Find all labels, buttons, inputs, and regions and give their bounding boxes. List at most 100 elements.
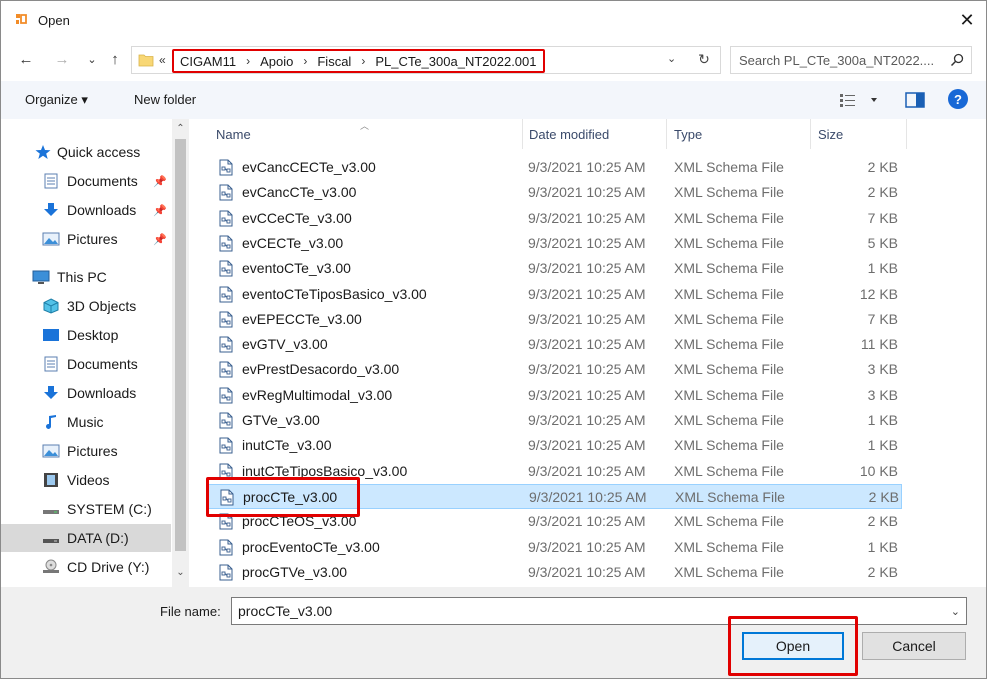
column-header-type[interactable]: Type [674,119,702,149]
nav-pane-scrollbar[interactable]: ⌃ ⌄ [172,119,189,587]
breadcrumb-separator-icon[interactable]: › [303,54,307,68]
file-size-cell: 1 KB [867,538,898,555]
xml-schema-file-icon [218,260,234,277]
new-folder-button[interactable]: New folder [134,92,196,107]
nav-item-data-drive[interactable]: DATA (D:) [1,524,171,552]
address-bar[interactable]: « CIGAM11 › Apoio › Fiscal › PL_CTe_300a… [131,46,721,74]
breadcrumb-separator-icon[interactable]: › [361,54,365,68]
column-header-size[interactable]: Size [818,119,843,149]
search-box [730,46,972,74]
nav-label: Videos [67,472,110,488]
file-row[interactable]: evCancCTe_v3.00 9/3/2021 10:25 AM XML Sche… [208,180,902,205]
column-divider[interactable] [522,119,523,149]
nav-item-downloads[interactable]: Downloads [1,379,171,407]
pin-icon[interactable]: 📌 [153,233,167,246]
column-divider[interactable] [810,119,811,149]
back-button[interactable]: ← [15,48,37,70]
up-button[interactable]: ↑ [104,48,126,70]
nav-item-pictures-pinned[interactable]: Pictures 📌 [1,225,171,253]
nav-label: Downloads [67,385,137,401]
date-modified-cell: 9/3/2021 10:25 AM [528,209,646,226]
column-header-date[interactable]: Date modified [529,119,609,149]
xml-schema-file-icon [218,286,234,303]
nav-item-this-pc[interactable]: This PC [1,263,171,291]
file-name-cell: evEPECCTe_v3.00 [242,310,362,327]
documents-icon [44,356,58,372]
date-modified-cell: 9/3/2021 10:25 AM [528,361,646,378]
column-divider[interactable] [666,119,667,149]
xml-schema-file-icon [218,539,234,556]
pin-icon[interactable]: 📌 [153,204,167,217]
file-name-cell: eventoCTe_v3.00 [242,260,351,277]
file-row[interactable]: procGTVe_v3.00 9/3/2021 10:25 AM XML Schem… [208,560,902,585]
scroll-up-icon[interactable]: ⌃ [172,123,189,134]
change-view-icon[interactable] [839,91,883,109]
file-type-cell: XML Schema File [675,488,785,505]
forward-button[interactable]: → [51,48,73,70]
column-header-name[interactable]: Name [216,119,251,149]
preview-pane-icon[interactable] [905,91,925,109]
file-row[interactable]: eventoCTe_v3.00 9/3/2021 10:25 AM XML Sche… [208,256,902,281]
nav-item-downloads-pinned[interactable]: Downloads 📌 [1,196,171,224]
file-row[interactable]: evEPECCTe_v3.00 9/3/2021 10:25 AM XML Sche… [208,307,902,332]
xml-schema-file-icon [218,387,234,404]
file-row[interactable]: GTVe_v3.00 9/3/2021 10:25 AM XML Schema Fi… [208,408,902,433]
nav-label: Quick access [57,144,141,160]
chevron-down-icon[interactable]: ⌄ [951,605,960,618]
file-size-cell: 5 KB [867,234,898,251]
file-name-cell: evRegMultimodal_v3.00 [242,386,393,403]
nav-item-desktop[interactable]: Desktop [1,321,171,349]
nav-item-pictures[interactable]: Pictures [1,437,171,465]
date-modified-cell: 9/3/2021 10:25 AM [528,184,646,201]
nav-item-videos[interactable]: Videos [1,466,171,494]
search-input[interactable] [739,51,939,69]
file-type-cell: XML Schema File [674,437,784,454]
cancel-button[interactable]: Cancel [862,632,966,660]
breadcrumb-separator-icon[interactable]: › [246,54,250,68]
help-icon[interactable]: ? [948,89,968,109]
file-row[interactable]: evGTV_v3.00 9/3/2021 10:25 AM XML Schema F… [208,332,902,357]
file-type-cell: XML Schema File [674,184,784,201]
nav-item-3d-objects[interactable]: 3D Objects [1,292,171,320]
column-divider[interactable] [906,119,907,149]
file-row[interactable]: procEventoCTe_v3.00 9/3/2021 10:25 AM XML … [208,535,902,560]
organize-menu[interactable]: Organize ▾ [25,92,88,108]
downloads-icon [44,203,58,216]
file-type-cell: XML Schema File [674,159,784,175]
file-name-cell: evGTV_v3.00 [242,336,328,353]
breadcrumb-item[interactable]: PL_CTe_300a_NT2022.001 [375,54,536,69]
file-row[interactable]: inutCTe_v3.00 9/3/2021 10:25 AM XML Schema… [208,433,902,458]
refresh-icon[interactable]: ↻ [695,50,713,68]
nav-label: DATA (D:) [67,530,129,546]
file-row[interactable]: evCECTe_v3.00 9/3/2021 10:25 AM XML Schema… [208,231,902,256]
nav-label: Pictures [67,231,118,247]
search-icon[interactable] [950,53,964,67]
drive-icon [43,539,59,543]
file-row[interactable]: evPrestDesacordo_v3.00 9/3/2021 10:25 AM X… [208,357,902,382]
file-name-cell: evCCeCTe_v3.00 [242,209,352,226]
file-row[interactable]: eventoCTeTiposBasico_v3.00 9/3/2021 10:25… [208,282,902,307]
recent-locations-button[interactable]: ⌄ [81,48,103,70]
nav-item-system-drive[interactable]: SYSTEM (C:) [1,495,171,523]
breadcrumb-item[interactable]: Apoio [260,54,293,69]
nav-item-cd-drive[interactable]: CD Drive (Y:) [1,553,171,581]
nav-item-music[interactable]: Music [1,408,171,436]
file-name-cell: procGTVe_v3.00 [242,563,348,580]
nav-item-documents-pinned[interactable]: Documents 📌 [1,167,171,195]
scroll-down-icon[interactable]: ⌄ [172,567,189,578]
breadcrumb-item[interactable]: Fiscal [317,54,351,69]
open-button[interactable]: Open [742,632,844,660]
breadcrumb-overflow[interactable]: « [159,53,166,67]
pin-icon[interactable]: 📌 [153,175,167,188]
nav-item-documents[interactable]: Documents [1,350,171,378]
sort-ascending-icon: ︿ [360,121,370,131]
address-dropdown-icon[interactable]: ⌄ [667,52,676,65]
nav-item-quick-access[interactable]: Quick access [1,138,171,166]
scrollbar-thumb[interactable] [175,139,186,551]
file-row[interactable]: evCancCECTe_v3.00 9/3/2021 10:25 AM XML Sc… [208,155,902,180]
breadcrumb-item[interactable]: CIGAM11 [180,54,236,69]
close-button[interactable]: ✕ [952,5,982,35]
file-row[interactable]: evCCeCTe_v3.00 9/3/2021 10:25 AM XML Schem… [208,206,902,231]
file-row[interactable]: evRegMultimodal_v3.00 9/3/2021 10:25 AM XM… [208,383,902,408]
xml-schema-file-icon [218,361,234,378]
